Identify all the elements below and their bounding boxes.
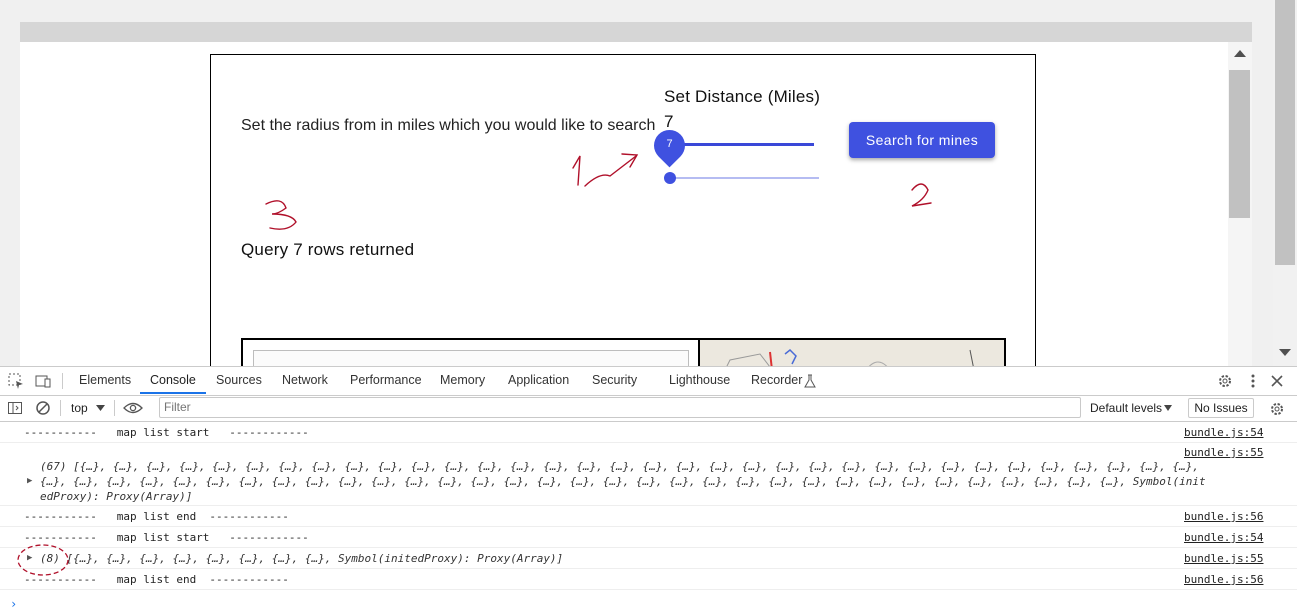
console-object-cont: {…}, {…}, {…}, {…}, {…}, {…}, {…}, {…}, … [40, 475, 1206, 488]
tab-security[interactable]: Security [592, 373, 637, 387]
clear-console-icon[interactable] [35, 400, 51, 416]
source-link[interactable]: bundle.js:54 [1184, 531, 1263, 544]
settings-gear-icon[interactable] [1216, 372, 1234, 390]
active-tab-indicator [140, 392, 206, 394]
source-link[interactable]: bundle.js:54 [1184, 426, 1263, 439]
console-object[interactable]: (67) [{…}, {…}, {…}, {…}, {…}, {…}, {…},… [40, 460, 1199, 473]
levels-chevron-icon [1164, 405, 1172, 411]
console-line: bundle.js:55 ▶ (67) [{…}, {…}, {…}, {…},… [0, 443, 1297, 506]
source-link[interactable]: bundle.js:55 [1184, 446, 1263, 459]
toolbar-separator [114, 400, 115, 416]
chevron-down-icon [96, 405, 105, 411]
tab-lighthouse[interactable]: Lighthouse [669, 373, 730, 387]
tab-separator [62, 373, 63, 389]
source-link[interactable]: bundle.js:55 [1184, 552, 1263, 565]
tab-elements[interactable]: Elements [79, 373, 131, 387]
context-selector[interactable]: top [71, 401, 88, 415]
tab-sources[interactable]: Sources [216, 373, 262, 387]
tab-performance[interactable]: Performance [350, 373, 422, 387]
tab-recorder[interactable]: Recorder [751, 373, 802, 387]
console-line: ▶ (8) [{…}, {…}, {…}, {…}, {…}, {…}, {…}… [0, 548, 1297, 569]
inspect-element-icon[interactable] [7, 372, 25, 390]
annotation-overlay [265, 153, 932, 230]
console-settings-icon[interactable] [1268, 400, 1286, 418]
source-link[interactable]: bundle.js:56 [1184, 573, 1263, 586]
tab-memory[interactable]: Memory [440, 373, 485, 387]
source-link[interactable]: bundle.js:56 [1184, 510, 1263, 523]
console-prompt-icon[interactable]: › [10, 597, 17, 611]
live-expression-eye-icon[interactable] [123, 401, 143, 415]
annotation-circle [17, 544, 69, 576]
sidebar-toggle-icon[interactable] [7, 400, 23, 416]
console-line: ----------- map list end ------------ bu… [0, 506, 1297, 527]
tab-application[interactable]: Application [508, 373, 569, 387]
more-options-icon[interactable] [1244, 372, 1262, 390]
issues-button[interactable]: No Issues [1188, 398, 1254, 418]
tab-network[interactable]: Network [282, 373, 328, 387]
console-filter-input[interactable] [160, 398, 1068, 416]
console-toolbar: top Default levels No Issues [0, 396, 1297, 422]
toolbar-separator [60, 400, 61, 416]
device-toolbar-icon[interactable] [34, 372, 52, 390]
filter-input-wrapper [159, 397, 1081, 418]
console-output: ----------- map list start ------------ … [0, 422, 1297, 611]
console-line: ----------- map list start ------------ … [0, 422, 1297, 443]
page-viewport: Set the radius from in miles which you w… [0, 0, 1297, 366]
log-levels-dropdown[interactable]: Default levels [1090, 401, 1162, 415]
devtools-tabbar: Elements Console Sources Network Perform… [0, 367, 1297, 396]
devtools-panel: Elements Console Sources Network Perform… [0, 366, 1297, 611]
console-line: ----------- map list end ------------ bu… [0, 569, 1297, 590]
close-devtools-icon[interactable] [1268, 372, 1286, 390]
console-line: ----------- map list start ------------ … [0, 527, 1297, 548]
flask-icon [804, 374, 816, 388]
tab-console[interactable]: Console [150, 373, 196, 387]
